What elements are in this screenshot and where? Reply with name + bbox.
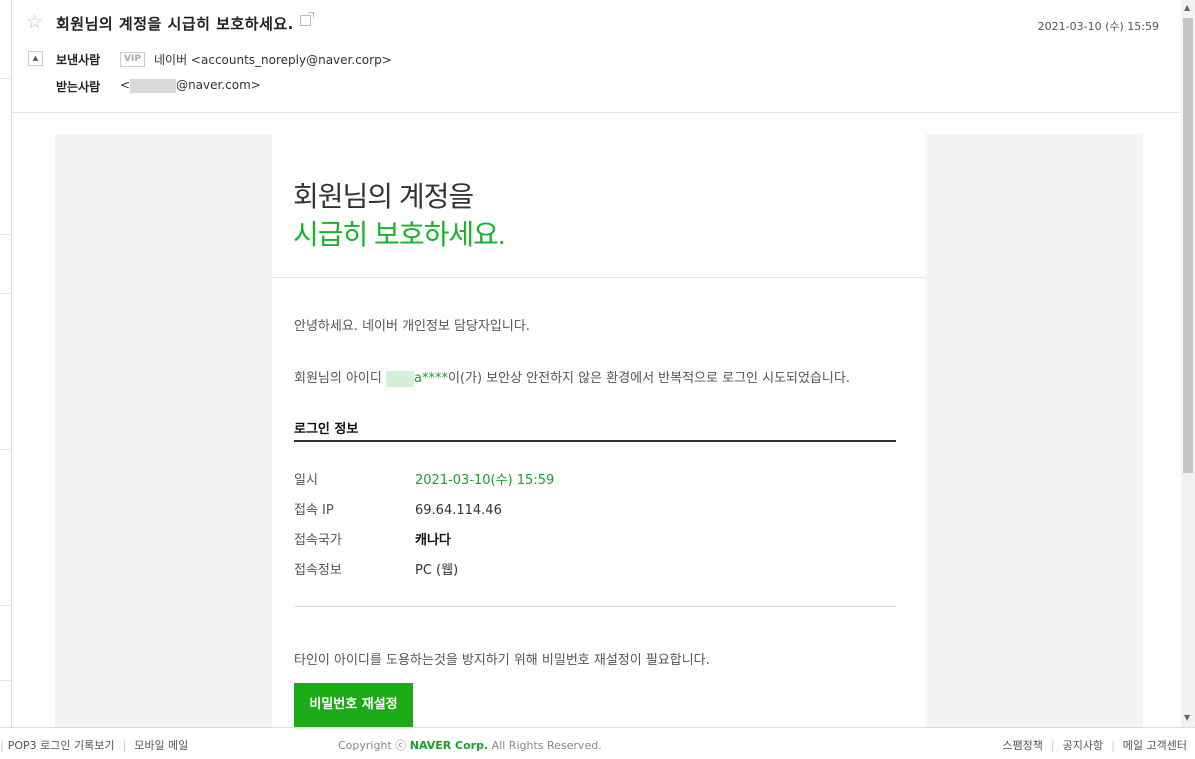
sender-address[interactable]: 네이버 <accounts_noreply@naver.corp> (154, 51, 392, 68)
login-info-row: 접속정보 PC (웹) (294, 559, 458, 578)
reset-password-button[interactable]: 비밀번호 재설정 (294, 683, 413, 727)
redacted-id (386, 370, 414, 387)
collapse-header-button[interactable]: ▲ (28, 51, 43, 66)
copyright-prefix: Copyright ⓒ (338, 739, 410, 752)
login-info-heading: 로그인 정보 (294, 422, 359, 437)
pop3-log-link[interactable]: POP3 로그인 기록보기 (8, 739, 115, 752)
brand-link[interactable]: NAVER Corp. (410, 739, 488, 752)
section-divider (294, 440, 896, 442)
subject-text: 회원님의 계정을 시급히 보호하세요. (56, 15, 294, 33)
mail-header: ☆ 회원님의 계정을 시급히 보호하세요. 2021-03-10 (수) 15:… (12, 0, 1180, 113)
recipient-prefix: < (120, 78, 131, 92)
info-key: 접속정보 (294, 563, 342, 578)
mail-date: 2021-03-10 (수) 15:59 (1037, 20, 1159, 33)
info-value: 69.64.114.46 (415, 503, 502, 518)
copyright-suffix: All Rights Reserved. (488, 739, 602, 752)
copyright: Copyright ⓒ NAVER Corp. All Rights Reser… (338, 737, 602, 753)
info-divider (294, 606, 896, 607)
recipient-suffix: @naver.com> (176, 78, 261, 92)
mobile-mail-link[interactable]: 모바일 메일 (134, 739, 188, 752)
redacted-block (130, 78, 177, 93)
info-value: 캐나다 (415, 533, 451, 548)
greeting-text: 안녕하세요. 네이버 개인정보 담당자입니다. (294, 319, 530, 334)
info-key: 접속 IP (294, 503, 334, 518)
support-link[interactable]: 메일 고객센터 (1123, 739, 1187, 752)
scroll-up-icon[interactable]: ▲ (1184, 3, 1190, 12)
scrollbar-thumb[interactable] (1183, 18, 1193, 473)
footer-right-links: 스팸정책 | 공지사항 | 메일 고객센터 (1002, 739, 1187, 752)
info-key: 일시 (294, 473, 318, 488)
vip-badge[interactable]: VIP (120, 52, 145, 67)
title-line-1: 회원님의 계정을 (293, 181, 474, 212)
notice-prefix: 회원님의 아이디 (294, 371, 386, 386)
sender-label: 보낸사람 (56, 53, 101, 67)
advice-text: 타인이 아이디를 도용하는것을 방지하기 위해 비밀번호 재설정이 필요합니다. (294, 653, 710, 668)
footer-left-links: | POP3 로그인 기록보기 | 모바일 메일 (0, 739, 189, 752)
login-info-row: 접속국가 캐나다 (294, 529, 451, 548)
login-info-row: 접속 IP 69.64.114.46 (294, 499, 502, 518)
masked-id: a**** (414, 371, 448, 386)
mail-subject: 회원님의 계정을 시급히 보호하세요. (56, 12, 314, 34)
scroll-down-icon[interactable]: ▼ (1184, 713, 1190, 722)
info-key: 접속국가 (294, 533, 342, 548)
title-divider (272, 277, 926, 278)
spam-policy-link[interactable]: 스팸정책 (1002, 739, 1042, 752)
footer: | POP3 로그인 기록보기 | 모바일 메일 Copyright ⓒ NAVER … (0, 727, 1195, 759)
star-icon[interactable]: ☆ (26, 11, 43, 33)
login-info-row: 일시 2021-03-10(수) 15:59 (294, 469, 554, 488)
notice-suffix: 이(가) 보안상 안전하지 않은 환경에서 반복적으로 로그인 시도되었습니다. (447, 371, 850, 386)
mail-title: 회원님의 계정을 시급히 보호하세요. (293, 178, 506, 254)
notice-link[interactable]: 공지사항 (1063, 739, 1103, 752)
title-line-2: 시급히 보호하세요. (293, 219, 506, 250)
left-pane-edge (0, 0, 12, 727)
vertical-scrollbar[interactable]: ▲ ▼ (1181, 0, 1195, 727)
popout-icon[interactable] (299, 12, 314, 26)
recipient-label: 받는사람 (56, 80, 101, 94)
recipient-address[interactable]: < @naver.com> (120, 78, 261, 93)
mail-content-card: 회원님의 계정을 시급히 보호하세요. 안녕하세요. 네이버 개인정보 담당자입… (272, 134, 926, 727)
info-value: PC (웹) (415, 563, 459, 578)
info-value: 2021-03-10(수) 15:59 (415, 473, 555, 488)
notice-text: 회원님의 아이디 a****이(가) 보안상 안전하지 않은 환경에서 반복적으… (294, 367, 850, 387)
